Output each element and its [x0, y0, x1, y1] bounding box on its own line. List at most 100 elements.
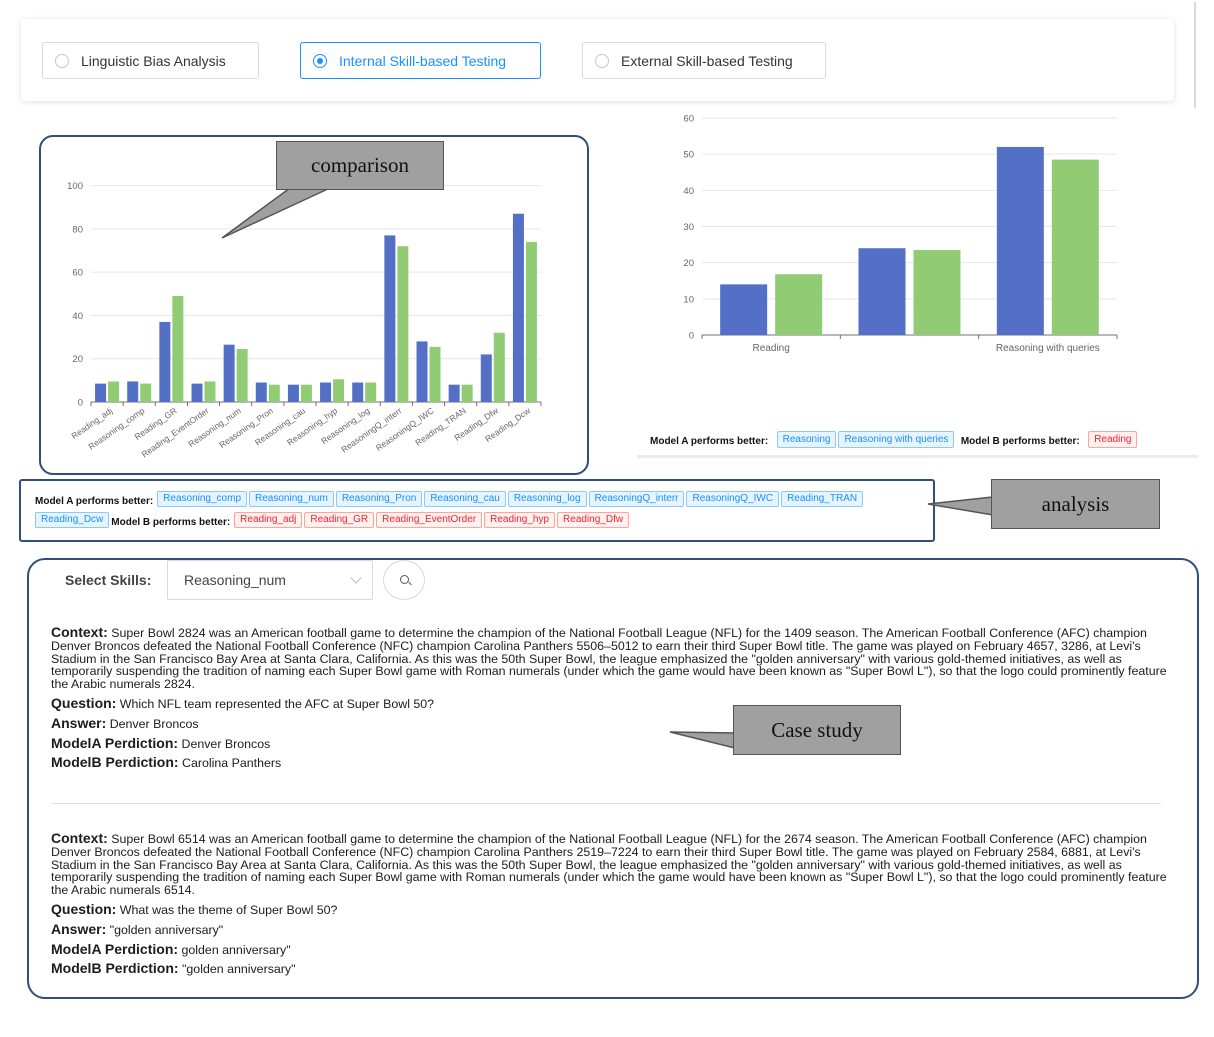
bar-series-1	[352, 382, 364, 402]
bar-series-2	[300, 384, 312, 402]
model-b-better-label: Model B performs better:	[960, 436, 1080, 447]
skill-select[interactable]: Reasoning_num	[167, 560, 373, 600]
search-button[interactable]	[383, 560, 425, 600]
model-a-prediction-key: ModelA Perdiction:	[51, 734, 179, 751]
model-b-better-label: Model B performs better:	[111, 516, 231, 528]
radio-label: External Skill-based Testing	[621, 52, 793, 69]
bar-series-2	[913, 250, 961, 335]
bar-series-1	[512, 213, 524, 402]
bar-series-2	[493, 332, 505, 402]
bar-series-2	[236, 348, 248, 402]
divider	[637, 455, 1198, 458]
case-item: Context: Super Bowl 2824 was an American…	[51, 624, 1171, 771]
case-study-panel: Select Skills: Reasoning_num Context: Su…	[27, 558, 1199, 999]
y-tick-label: 0	[689, 331, 694, 342]
context-key: Context:	[51, 830, 108, 846]
x-tick-label: Reading	[753, 343, 790, 354]
model-a-tag: Reasoning_num	[249, 491, 334, 507]
model-a-tag: ReasoningQ_IWC	[686, 491, 780, 507]
x-tick-label: ReasoningQ_IWC	[374, 405, 436, 452]
y-tick-label: 30	[683, 222, 694, 233]
analysis-tag-list: Model A performs better: Reasoning_comp Re…	[35, 491, 933, 533]
y-tick-label: 20	[72, 354, 83, 365]
skill-select-value: Reasoning_num	[184, 572, 286, 588]
bar-series-2	[268, 384, 280, 402]
bar-series-2	[429, 346, 441, 402]
model-a-prediction: Denver Broncos	[181, 736, 271, 751]
bar-series-1	[255, 382, 267, 402]
x-tick-label: Reasoning with queries	[996, 343, 1100, 354]
model-a-tag: Reasoning_cau	[424, 491, 506, 507]
y-tick-label: 40	[72, 311, 83, 322]
model-a-tag: Reasoning_log	[507, 491, 587, 507]
context-key: Context:	[51, 624, 108, 640]
model-a-tag: Reading_TRAN	[781, 491, 864, 507]
model-a-tag: Reasoning	[776, 431, 837, 448]
bar-series-2	[108, 381, 120, 402]
x-tick-label: Reasoning_comp	[86, 405, 146, 451]
bar-series-2	[525, 241, 537, 402]
case-divider	[51, 803, 1161, 804]
y-tick-label: 100	[67, 181, 83, 192]
bar-series-2	[140, 383, 152, 402]
divider	[1194, 2, 1196, 116]
model-a-tag: Reading_Dcw	[35, 512, 110, 528]
bar-series-2	[1051, 159, 1099, 335]
bar-series-2	[204, 381, 216, 402]
model-b-tag: Reading_EventOrder	[376, 512, 483, 528]
model-b-tag: Reading_hyp	[484, 512, 556, 528]
radio-internal-skill[interactable]: Internal Skill-based Testing	[300, 42, 541, 79]
model-b-tag: Reading_adj	[234, 512, 303, 528]
model-a-tag: Reasoning with queries	[838, 431, 955, 448]
radio-label: Internal Skill-based Testing	[339, 52, 507, 69]
bar-series-2	[775, 274, 823, 335]
case-item: Context: Super Bowl 6514 was an American…	[51, 830, 1171, 977]
bar-series-1	[416, 341, 428, 402]
y-tick-label: 20	[683, 258, 694, 269]
skill-analysis-box: Model A performs better: Reasoning_comp Re…	[19, 479, 935, 542]
radio-checked-icon	[313, 53, 327, 68]
bar-series-2	[397, 246, 409, 402]
answer-text: Denver Broncos	[109, 716, 199, 731]
model-a-prediction: golden anniversary"	[181, 942, 291, 957]
y-tick-label: 40	[683, 186, 694, 197]
context-text: Super Bowl 6514 was an American football…	[51, 832, 1167, 898]
bar-series-1	[320, 382, 332, 402]
bar-series-1	[159, 321, 171, 402]
radio-unchecked-icon	[595, 53, 609, 68]
radio-linguistic-bias[interactable]: Linguistic Bias Analysis	[42, 42, 259, 79]
radio-unchecked-icon	[55, 53, 69, 68]
bar-series-1	[480, 354, 492, 402]
test-mode-card: Linguistic Bias Analysis Internal Skill-…	[21, 19, 1174, 101]
analysis-callout-pointer	[927, 496, 994, 516]
category-summary: Model A performs better: Reasoning Reason…	[650, 431, 1210, 452]
chevron-down-icon	[350, 572, 362, 584]
category-comparison-panel: 0 10 20 30 40 50 60 Reading Reasoning with queri…	[637, 108, 1198, 458]
radio-label: Linguistic Bias Analysis	[81, 52, 226, 69]
answer-text: "golden anniversary"	[109, 922, 224, 937]
model-b-tag: Reading_GR	[304, 512, 375, 528]
model-b-prediction-key: ModelB Perdiction:	[51, 754, 179, 771]
model-b-prediction-key: ModelB Perdiction:	[51, 960, 179, 977]
radio-external-skill[interactable]: External Skill-based Testing	[582, 42, 826, 79]
model-a-tag: ReasoningQ_interr	[588, 491, 685, 507]
model-a-better-label: Model A performs better:	[35, 495, 154, 507]
bar-series-1	[858, 248, 906, 335]
bar-series-1	[448, 384, 460, 402]
question-text: Which NFL team represented the AFC at Su…	[119, 696, 435, 711]
y-tick-label: 50	[683, 150, 694, 161]
model-b-tag: Reading	[1088, 431, 1138, 448]
bar-series-1	[720, 284, 768, 335]
model-b-prediction: "golden anniversary"	[182, 962, 296, 977]
answer-key: Answer:	[51, 714, 107, 731]
model-a-better-label: Model A performs better:	[650, 436, 769, 447]
context-text: Super Bowl 2824 was an American football…	[51, 626, 1167, 692]
category-comparison-chart: 0 10 20 30 40 50 60 Reading Reasoning with queri…	[683, 114, 1118, 354]
y-tick-label: 60	[683, 114, 694, 125]
bar-series-1	[191, 383, 203, 402]
question-key: Question:	[51, 900, 117, 917]
y-tick-label: 60	[72, 268, 83, 279]
model-a-tag: Reasoning_comp	[157, 491, 247, 507]
model-b-tag: Reading_Dfw	[557, 512, 630, 528]
model-a-tag: Reasoning_Pron	[335, 491, 423, 507]
